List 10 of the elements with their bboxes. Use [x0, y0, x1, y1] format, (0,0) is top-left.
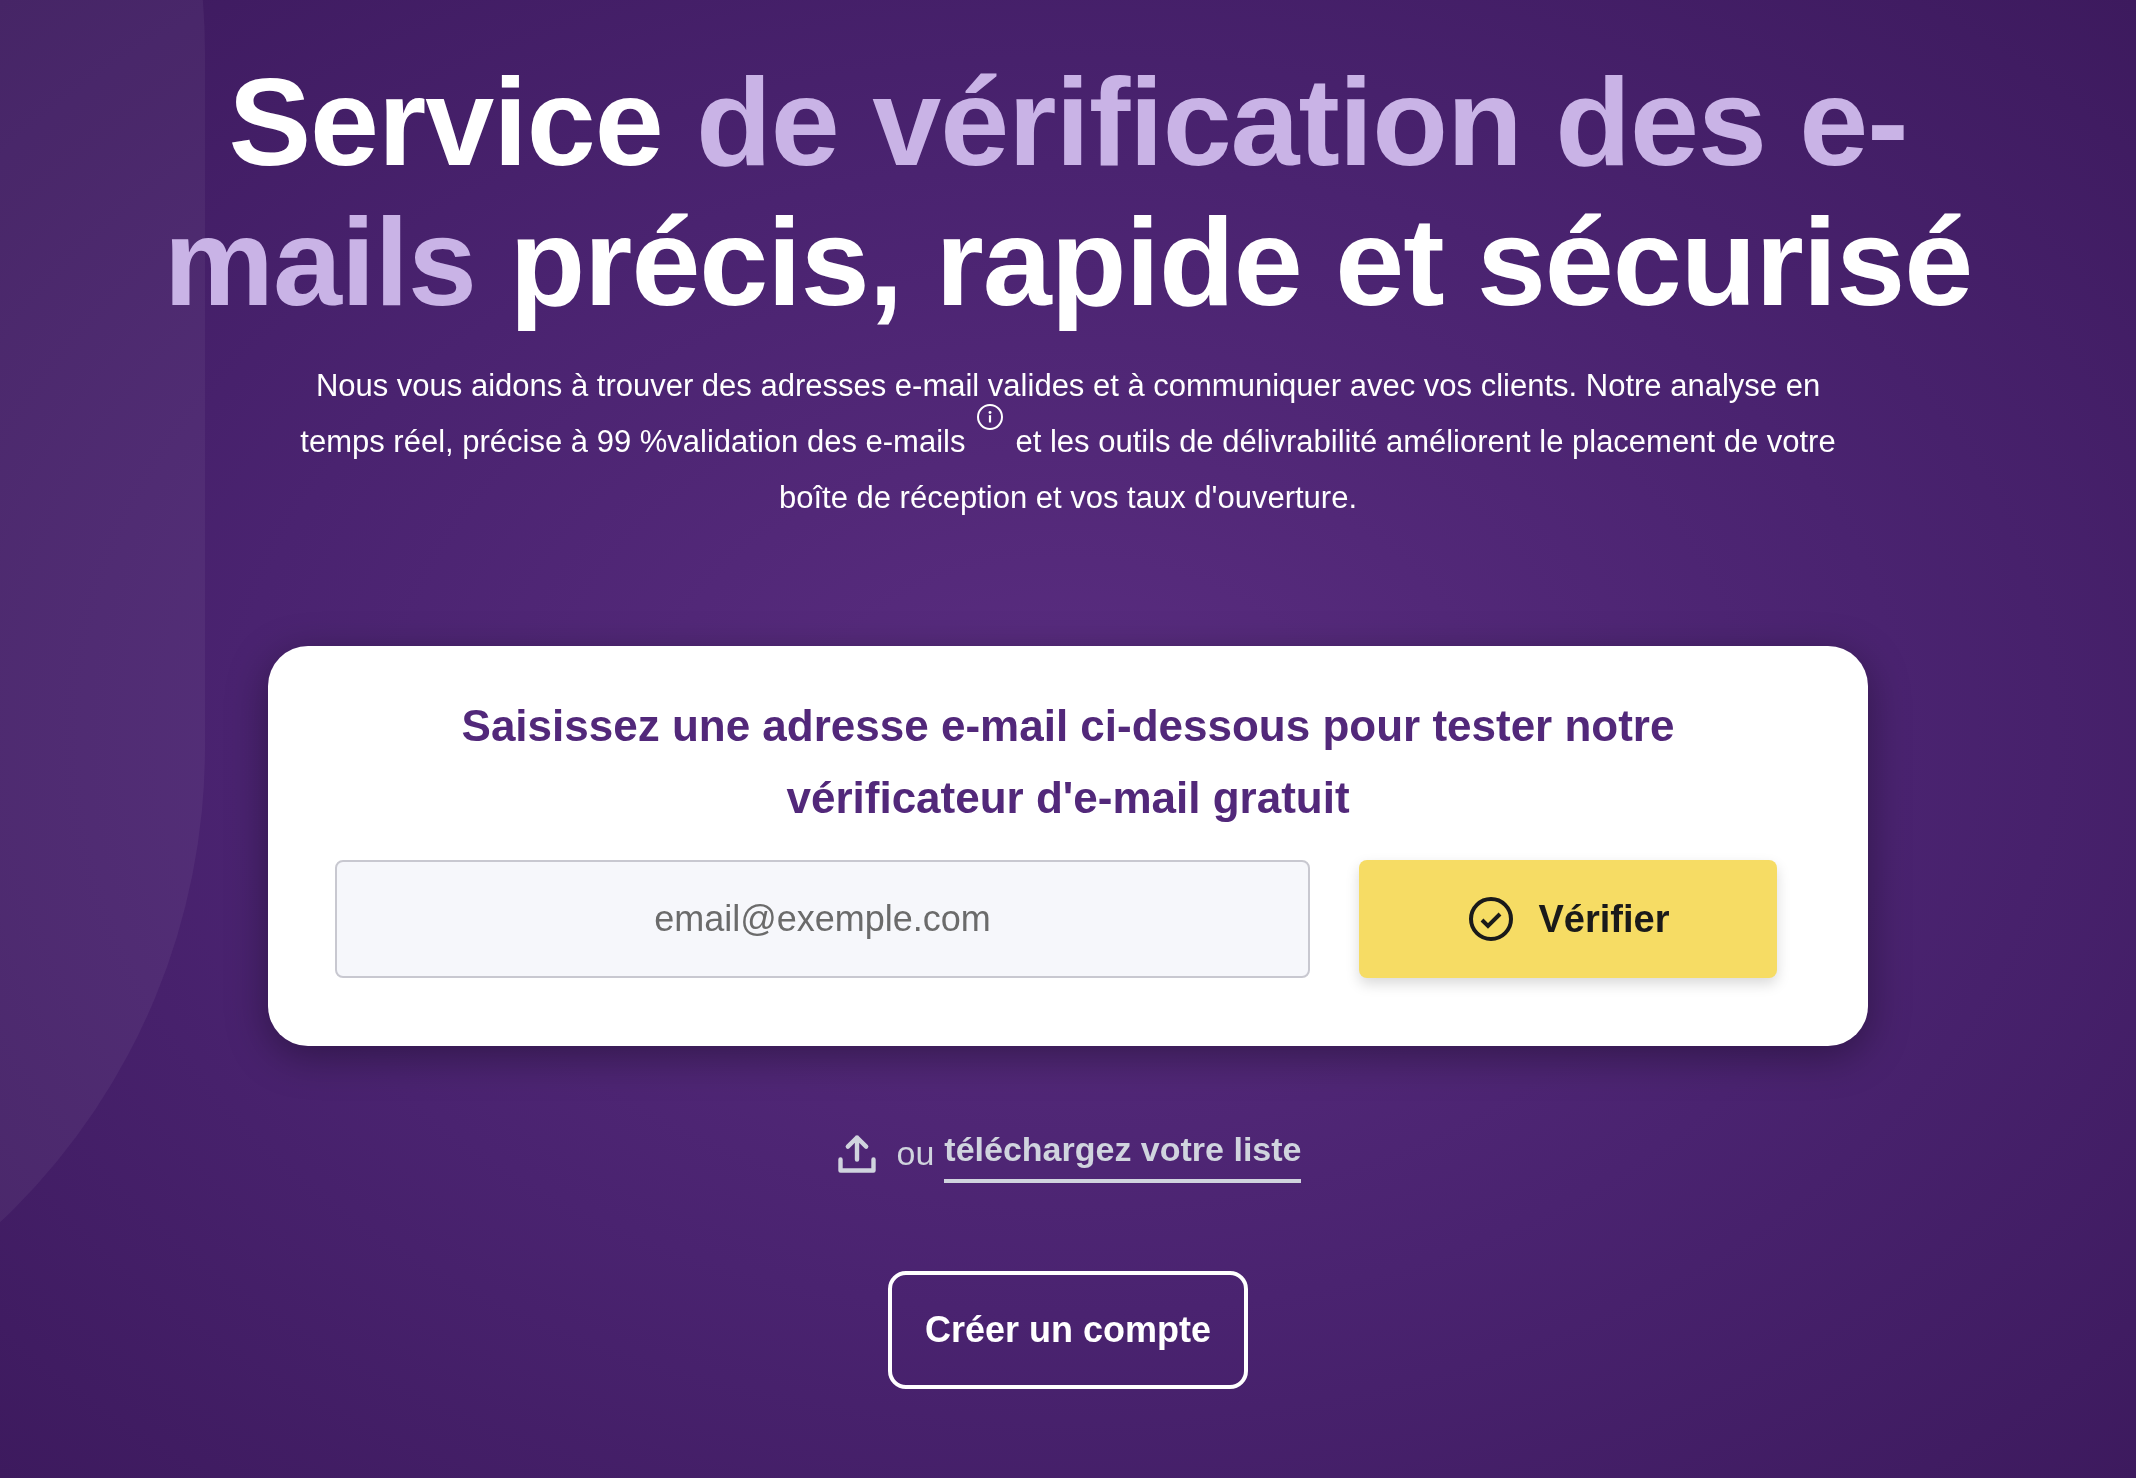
verify-button[interactable]: Vérifier [1359, 860, 1777, 978]
headline: Service de vérification des e-mails précis, rapide et sécurisé [162, 52, 1974, 332]
info-icon[interactable] [977, 404, 1004, 430]
email-input-field[interactable]: email@exemple.com [335, 860, 1310, 978]
upload-list-link[interactable]: téléchargez votre liste [944, 1124, 1302, 1183]
or-label: ou [896, 1133, 935, 1174]
card-title: Saisissez une adresse e-mail ci-dessous pour tester notre vérificateur d'e-mail gratuit [460, 700, 1676, 824]
intro-paragraph: Nous vous aidons à trouver des adresses e-mail valides et à communiquer avec vos clients. Notre analyse en temps réel, précise à 99 %validation des e-mails et les outils de délivrabilité améliorent le placement de votre boîte de réception et vos taux d'ouverture. [299, 367, 1837, 517]
create-account-button[interactable]: Créer un compte [888, 1271, 1248, 1389]
check-circle-icon [1466, 895, 1515, 943]
